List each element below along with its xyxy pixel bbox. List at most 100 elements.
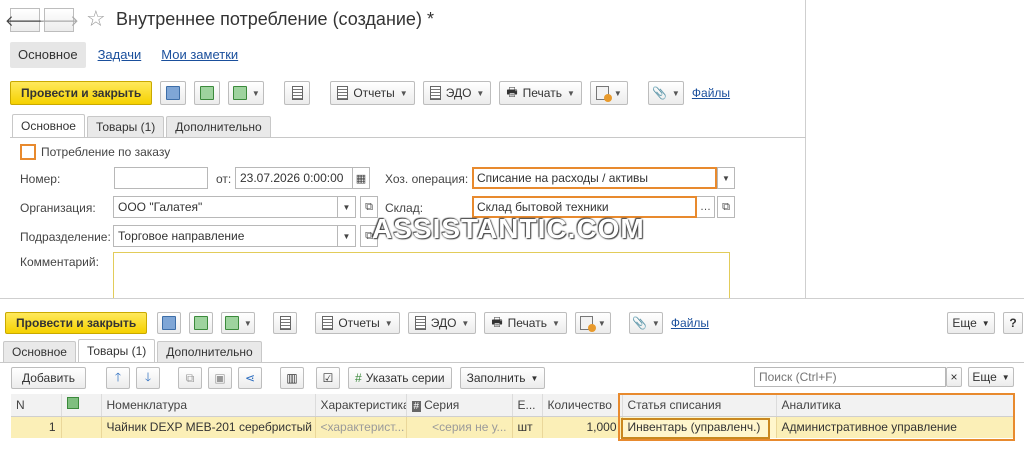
section-tab-notes[interactable]: Мои заметки xyxy=(153,42,246,68)
files-link-2[interactable]: Файлы xyxy=(671,316,709,330)
search-input[interactable] xyxy=(754,367,946,387)
col-header-item[interactable]: Номенклатура xyxy=(101,394,316,417)
col-header-unit[interactable]: Е... xyxy=(512,394,543,417)
attachments-button-2[interactable]: 📎 ▼ xyxy=(628,312,663,334)
form-tab-extra-2[interactable]: Дополнительно xyxy=(157,341,262,363)
goods-table: N Номенклатура Характеристика # Серия Е..… xyxy=(11,394,1015,438)
col-header-expense-item[interactable]: Статья списания xyxy=(622,394,777,417)
calendar-button[interactable]: ▦ xyxy=(352,167,370,189)
forward-button[interactable]: 🡒 xyxy=(39,8,79,32)
chevron-down-icon: ▼ xyxy=(613,88,622,98)
form-tabs-2: Основное Товары (1) Дополнительно xyxy=(3,339,264,363)
col-header-characteristic[interactable]: Характеристика xyxy=(315,394,407,417)
department-dropdown-button[interactable]: ▼ xyxy=(338,225,356,247)
form-tab-main-2[interactable]: Основное xyxy=(3,341,76,363)
chevron-down-icon: ▼ xyxy=(342,231,351,241)
move-down-button[interactable]: 🡓 xyxy=(136,367,161,389)
copy-row-button[interactable]: ⧉ xyxy=(178,367,203,389)
open-icon: ⧉ xyxy=(365,200,373,213)
chevron-down-icon: ▼ xyxy=(651,318,660,328)
col-header-analytics[interactable]: Аналитика xyxy=(776,394,1015,417)
print-button-2[interactable]: 🖶 Печать ▼ xyxy=(484,312,567,334)
post-and-close-button[interactable]: Провести и закрыть xyxy=(10,81,153,105)
attachments-button[interactable]: 📎 ▼ xyxy=(647,81,684,105)
files-link[interactable]: Файлы xyxy=(692,86,730,100)
form-tab-extra[interactable]: Дополнительно xyxy=(166,116,271,138)
ellipsis-icon: … xyxy=(700,201,711,213)
department-input[interactable]: Торговое направление xyxy=(113,225,338,247)
organization-input[interactable]: ООО "Галатея" xyxy=(113,196,338,218)
col-header-series[interactable]: # Серия xyxy=(406,394,513,417)
date-input[interactable]: 23.07.2026 0:00:00 xyxy=(235,167,353,189)
number-label: Номер: xyxy=(20,172,61,186)
col-header-qty[interactable]: Количество xyxy=(542,394,623,417)
cell-unit[interactable]: шт xyxy=(512,416,543,438)
attach-doc-button-2[interactable]: ▼ xyxy=(574,312,611,334)
save-button-2[interactable] xyxy=(157,312,182,334)
warehouse-select-button[interactable]: … xyxy=(697,196,715,218)
clear-search-button[interactable]: × xyxy=(946,367,962,387)
select-items-button[interactable]: ☑ xyxy=(316,367,341,389)
journal-button[interactable] xyxy=(284,81,311,105)
cell-analytics[interactable]: Административное управление xyxy=(776,416,1015,438)
more-button[interactable]: Еще ▼ xyxy=(947,312,995,334)
form-tab-goods-2[interactable]: Товары (1) xyxy=(77,339,156,363)
warehouse-open-button[interactable]: ⧉ xyxy=(717,196,735,218)
cell-characteristic[interactable]: <характерист... xyxy=(315,416,407,438)
cell-qty[interactable]: 1,000 xyxy=(542,416,623,438)
create-based-on-button[interactable]: ▼ xyxy=(228,81,265,105)
form-tab-main[interactable]: Основное xyxy=(12,114,85,138)
attach-doc-button[interactable]: ▼ xyxy=(589,81,628,105)
calendar-icon: ▦ xyxy=(355,172,367,185)
number-input[interactable] xyxy=(114,167,208,189)
help-button[interactable]: ? xyxy=(1003,312,1023,334)
save-button[interactable] xyxy=(160,81,187,105)
print-button[interactable]: 🖶 Печать ▼ xyxy=(499,81,582,105)
copy-icon: ⧉ xyxy=(185,370,195,385)
comment-textarea[interactable] xyxy=(113,252,730,302)
table-more-button[interactable]: Еще ▼ xyxy=(968,367,1014,387)
organization-dropdown-button[interactable]: ▼ xyxy=(338,196,356,218)
post-button-2[interactable] xyxy=(189,312,214,334)
col-header-flag[interactable] xyxy=(61,394,102,417)
specify-series-button[interactable]: # Указать серии xyxy=(348,367,452,389)
form-tab-goods[interactable]: Товары (1) xyxy=(86,116,165,138)
reports-button[interactable]: Отчеты ▼ xyxy=(330,81,415,105)
table-header-row: N Номенклатура Характеристика # Серия Е..… xyxy=(11,394,1015,417)
barcode-button[interactable]: ▥ xyxy=(280,367,305,389)
tab-divider-2 xyxy=(0,362,1024,363)
chevron-down-icon: ▼ xyxy=(566,88,575,98)
operation-select[interactable]: Списание на расходы / активы xyxy=(472,167,717,189)
post-button[interactable] xyxy=(194,81,221,105)
chevron-down-icon: ▼ xyxy=(384,318,393,328)
back-button[interactable]: 🡐 xyxy=(5,8,45,32)
table-row[interactable]: 1 Чайник DEXP MEB-201 серебристый <харак… xyxy=(11,416,1015,438)
section-tab-tasks[interactable]: Задачи xyxy=(90,42,150,68)
cell-flag[interactable] xyxy=(61,416,102,438)
operation-dropdown-button[interactable]: ▼ xyxy=(717,167,735,189)
organization-label: Организация: xyxy=(20,201,96,215)
cell-item[interactable]: Чайник DEXP MEB-201 серебристый xyxy=(101,416,316,438)
post-and-close-button-2[interactable]: Провести и закрыть xyxy=(5,312,148,334)
chevron-down-icon: ▼ xyxy=(243,318,252,328)
fill-button[interactable]: Заполнить ▼ xyxy=(459,367,546,389)
create-based-on-button-2[interactable]: ▼ xyxy=(221,312,256,334)
move-up-button[interactable]: 🡑 xyxy=(106,367,131,389)
split-row-button[interactable]: ⋖ xyxy=(238,367,263,389)
floppy-disk-icon xyxy=(166,86,181,100)
edo-button-2[interactable]: ЭДО ▼ xyxy=(407,312,477,334)
cell-expense-item[interactable]: Инвентарь (управленч.) xyxy=(622,416,777,438)
chevron-down-icon: ▼ xyxy=(251,88,260,98)
reports-button-2[interactable]: Отчеты ▼ xyxy=(315,312,400,334)
journal-button-2[interactable] xyxy=(273,312,298,334)
by-order-checkbox[interactable] xyxy=(20,144,36,160)
favorite-star-icon[interactable]: ☆ xyxy=(86,6,106,32)
section-tab-main[interactable]: Основное xyxy=(10,42,86,68)
create-based-icon xyxy=(224,316,239,330)
cell-series[interactable]: <серия не у... xyxy=(406,416,513,438)
form-tabs: Основное Товары (1) Дополнительно xyxy=(12,114,273,138)
edo-button[interactable]: ЭДО ▼ xyxy=(422,81,492,105)
add-row-button[interactable]: Добавить xyxy=(11,367,87,389)
delete-row-button[interactable]: ▣ xyxy=(208,367,233,389)
col-header-n[interactable]: N xyxy=(11,394,62,417)
